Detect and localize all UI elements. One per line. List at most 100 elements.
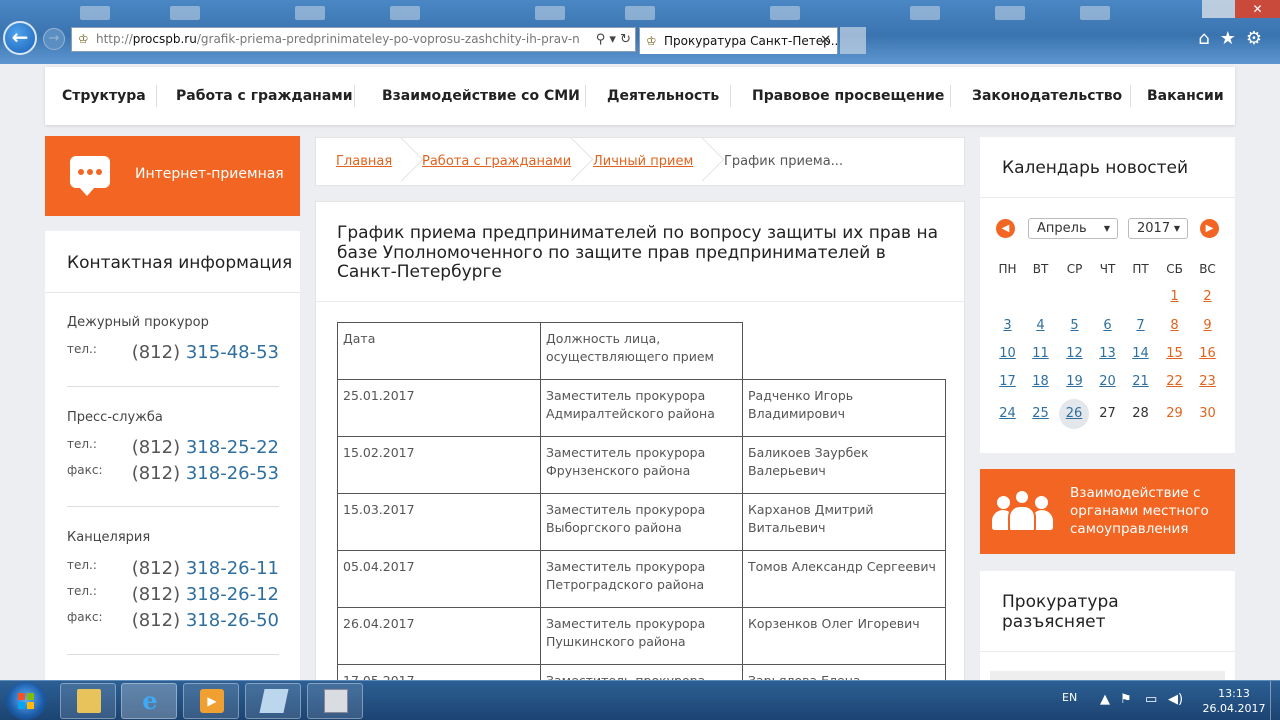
menu-item-citizens[interactable]: Работа с гражданами	[176, 67, 353, 125]
header-position: Должность лица, осуществляющего прием	[540, 322, 743, 380]
calendar-day[interactable]: 25	[1024, 401, 1057, 427]
contact-group-name: Канцелярия	[67, 530, 151, 545]
phone-number-link[interactable]: 318-26-11	[186, 558, 279, 579]
address-bar[interactable]: ♔ http://procspb.ru/grafik-priema-predpri…	[71, 27, 636, 52]
internet-reception-button[interactable]: Интернет-приемная	[45, 136, 300, 216]
calendar-day[interactable]: 11	[1024, 341, 1057, 367]
search-icon[interactable]: ⚲	[596, 32, 606, 47]
prev-month-arrow-icon[interactable]: ◀	[996, 219, 1015, 238]
table-row: 05.04.2017 Заместитель прокурора Петрогр…	[337, 550, 946, 608]
menu-item-legislation[interactable]: Законодательство	[972, 67, 1122, 125]
schedule-table: Дата Должность лица, осуществляющего при…	[337, 322, 946, 700]
menu-item-structure[interactable]: Структура	[62, 67, 146, 125]
calendar-day[interactable]: 7	[1124, 313, 1157, 339]
browser-chrome: ← → ♔ http://procspb.ru/grafik-priema-pre…	[0, 0, 1280, 64]
clock-time: 13:13	[1218, 687, 1250, 700]
refresh-icon[interactable]: ↻	[620, 32, 631, 47]
taskbar-notepad[interactable]	[245, 683, 301, 719]
calendar-day[interactable]: 12	[1058, 341, 1091, 367]
calendar-day[interactable]: 17	[991, 369, 1024, 395]
local-government-button[interactable]: Взаимодействие с органами местного самоу…	[980, 469, 1235, 554]
breadcrumb-citizens[interactable]: Работа с гражданами	[422, 154, 571, 169]
cell-position: Заместитель прокурора Петроградского рай…	[540, 550, 743, 608]
start-button[interactable]	[6, 682, 46, 720]
calendar-day[interactable]: 5	[1058, 313, 1091, 339]
breadcrumb-personal-reception[interactable]: Личный прием	[593, 154, 693, 169]
contacts-panel: Контактная информация Дежурный прокурор …	[45, 231, 300, 691]
network-icon[interactable]: ▭	[1145, 692, 1157, 707]
calendar-day[interactable]: 16	[1191, 341, 1224, 367]
calendar-day[interactable]: 6	[1091, 313, 1124, 339]
cell-name: Баликоев Заурбек Валерьевич	[742, 436, 946, 494]
calendar-day[interactable]: 13	[1091, 341, 1124, 367]
menu-item-vacancies[interactable]: Вакансии	[1147, 67, 1224, 125]
back-button[interactable]: ←	[3, 21, 37, 55]
show-desktop-button[interactable]	[1270, 681, 1280, 720]
tab-title: Прокуратура Санкт-Петер...	[664, 34, 838, 48]
taskbar-internet-explorer[interactable]: e	[121, 683, 177, 719]
notepad-icon	[259, 689, 289, 713]
forward-button[interactable]: →	[43, 28, 65, 50]
show-hidden-icons-icon[interactable]: ▲	[1100, 692, 1110, 707]
address-tools[interactable]: ⚲ ▾ ↻	[579, 28, 635, 51]
year-select[interactable]: 2017 ▼	[1128, 218, 1188, 239]
contact-fax: факс: (812) 318-26-50	[67, 610, 279, 631]
browser-tab[interactable]: ♔ Прокуратура Санкт-Петер... ✕	[639, 27, 838, 54]
calendar-day[interactable]: 14	[1124, 341, 1157, 367]
calendar-day: 29	[1166, 406, 1183, 421]
calendar-day[interactable]: 10	[991, 341, 1024, 367]
home-icon[interactable]: ⌂	[1198, 28, 1219, 49]
language-indicator[interactable]: EN	[1062, 691, 1077, 704]
menu-item-activity[interactable]: Деятельность	[607, 67, 719, 125]
maximize-button[interactable]	[1202, 0, 1235, 18]
phone-number-link[interactable]: 318-26-12	[186, 584, 279, 605]
windows-logo-icon	[18, 693, 34, 709]
cell-position: Заместитель прокурора Адмиралтейского ра…	[540, 379, 743, 437]
taskbar-calculator[interactable]	[307, 683, 363, 719]
calendar-day[interactable]: 15	[1158, 341, 1191, 367]
weekday-label: СБ	[1166, 262, 1183, 276]
menu-item-legal-education[interactable]: Правовое просвещение	[752, 67, 944, 125]
calendar-day[interactable]: 21	[1124, 369, 1157, 395]
next-month-arrow-icon[interactable]: ▶	[1200, 219, 1219, 238]
settings-gear-icon[interactable]: ⚙	[1246, 28, 1272, 49]
calendar-day[interactable]: 2	[1191, 284, 1224, 310]
action-center-flag-icon[interactable]: ⚑	[1120, 692, 1132, 707]
calendar-day[interactable]: 3	[991, 313, 1024, 339]
table-row: 15.03.2017 Заместитель прокурора Выборгс…	[337, 493, 946, 551]
month-select[interactable]: Апрель ▼	[1028, 218, 1118, 239]
calendar-day[interactable]: 23	[1191, 369, 1224, 395]
table-header-row: Дата Должность лица, осуществляющего при…	[337, 322, 946, 380]
phone-number-link[interactable]: 315-48-53	[186, 342, 279, 363]
cell-name: Томов Александр Сергеевич	[742, 550, 946, 608]
cell-position: Заместитель прокурора Фрунзенского район…	[540, 436, 743, 494]
close-tab-icon[interactable]: ✕	[820, 28, 831, 54]
favorites-star-icon[interactable]: ★	[1220, 28, 1246, 49]
contact-fax: факс: (812) 318-26-53	[67, 463, 279, 484]
calendar-day[interactable]: 8	[1158, 313, 1191, 339]
window-close-button[interactable]: ✕	[1235, 0, 1280, 18]
calendar-day[interactable]: 22	[1158, 369, 1191, 395]
volume-icon[interactable]: ◀)	[1168, 692, 1183, 707]
calendar-day[interactable]: 19	[1058, 369, 1091, 395]
calendar-day[interactable]: 9	[1191, 313, 1224, 339]
contacts-title: Контактная информация	[67, 253, 293, 273]
phone-number-link[interactable]: 318-25-22	[186, 437, 279, 458]
calendar-day[interactable]: 24	[991, 401, 1024, 427]
clock[interactable]: 13:13 26.04.2017	[1198, 686, 1270, 716]
breadcrumb-current: График приема...	[724, 154, 844, 169]
taskbar-explorer[interactable]	[60, 683, 116, 719]
weekday-label: СР	[1066, 262, 1083, 276]
phone-number-link[interactable]: 318-26-50	[186, 610, 279, 631]
phone-number-link[interactable]: 318-26-53	[186, 463, 279, 484]
calendar-day[interactable]: 18	[1024, 369, 1057, 395]
table-row: 26.04.2017 Заместитель прокурора Пушкинс…	[337, 607, 946, 665]
weekday-label: ПТ	[1132, 262, 1149, 276]
menu-item-media[interactable]: Взаимодействие со СМИ	[382, 67, 580, 125]
calendar-day[interactable]: 1	[1158, 284, 1191, 310]
taskbar-media-player[interactable]: ▶	[183, 683, 239, 719]
calendar-day[interactable]: 4	[1024, 313, 1057, 339]
calendar-day[interactable]: 20	[1091, 369, 1124, 395]
calendar-day-today[interactable]: 26	[1059, 399, 1089, 429]
new-tab-button[interactable]	[840, 27, 866, 54]
